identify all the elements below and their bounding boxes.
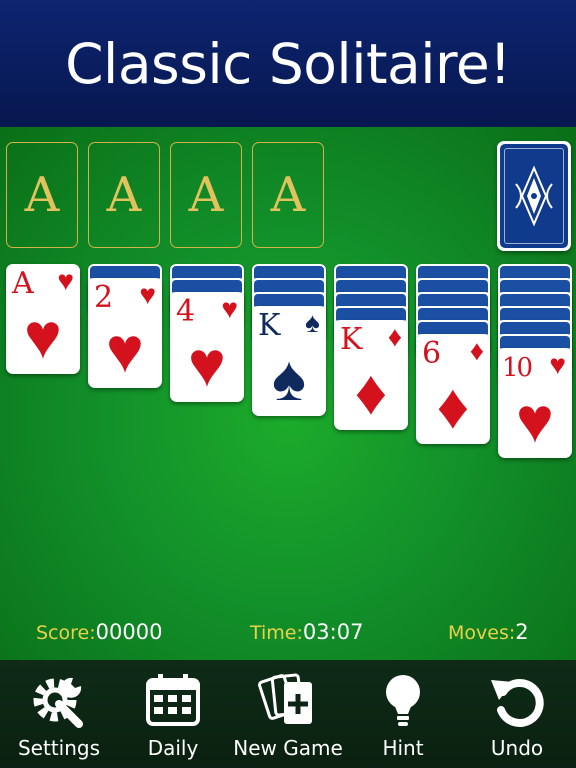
undo-label: Undo: [490, 736, 544, 760]
moves-value: 2: [515, 620, 529, 644]
card-back: [500, 144, 568, 248]
card-suit-icon: ♥: [549, 349, 566, 380]
foundation-label: A: [24, 167, 60, 223]
stock-pile[interactable]: [497, 141, 571, 251]
playing-card[interactable]: 10 ♥ ♥: [498, 348, 572, 458]
bottom-toolbar: Settings Daily New Game Hint Undo: [0, 660, 576, 768]
card-back-ornament-icon: [515, 165, 553, 227]
foundation-slot-3[interactable]: A: [170, 142, 242, 248]
score-label: Score:: [36, 622, 96, 644]
playing-card[interactable]: 4 ♥ ♥: [170, 292, 244, 402]
foundation-slot-2[interactable]: A: [88, 142, 160, 248]
card-suit-icon: ♥: [221, 293, 238, 324]
new-game-button[interactable]: New Game: [228, 660, 348, 768]
foundation-slot-1[interactable]: A: [6, 142, 78, 248]
moves-display: Moves:2: [448, 620, 529, 644]
card-suit-icon: ♠: [305, 307, 320, 338]
foundation-label: A: [188, 167, 224, 223]
playing-card[interactable]: A ♥ ♥: [6, 264, 80, 374]
card-rank: 10: [502, 353, 533, 383]
card-center-suit-icon: ♦: [354, 356, 388, 428]
card-center-suit-icon: ♦: [436, 370, 470, 442]
card-rank: 6: [422, 336, 442, 371]
page-title: Classic Solitaire!: [65, 31, 511, 96]
playing-card[interactable]: 2 ♥ ♥: [88, 278, 162, 388]
card-suit-icon: ♦: [387, 321, 402, 352]
time-display: Time:03:07: [250, 620, 363, 644]
daily-button[interactable]: Daily: [128, 660, 218, 768]
card-center-suit-icon: ♠: [272, 342, 306, 414]
card-center-suit-icon: ♥: [24, 300, 62, 372]
card-suit-icon: ♥: [57, 265, 74, 296]
game-table: A A A A A ♥ ♥ 2 ♥ ♥ 4 ♥ ♥ K ♠ ♠ K ♦ ♦ 6 ♦ ♦ 10 ♥ ♥: [0, 127, 576, 660]
calendar-icon: [146, 674, 200, 726]
foundation-label: A: [270, 167, 306, 223]
playing-card[interactable]: K ♠ ♠: [252, 306, 326, 416]
card-rank: K: [258, 308, 281, 343]
card-rank: A: [12, 266, 34, 301]
foundation-label: A: [106, 167, 142, 223]
score-display: Score:00000: [36, 620, 162, 644]
card-rank: K: [340, 322, 363, 357]
score-value: 00000: [95, 620, 163, 644]
settings-label: Settings: [17, 736, 101, 760]
playing-card[interactable]: K ♦ ♦: [334, 320, 408, 430]
new-game-label: New Game: [233, 736, 343, 760]
playing-card[interactable]: 6 ♦ ♦: [416, 334, 490, 444]
card-center-suit-icon: ♥: [188, 328, 226, 400]
daily-label: Daily: [147, 736, 199, 760]
time-value: 03:07: [302, 620, 364, 644]
title-banner: Classic Solitaire!: [0, 0, 576, 127]
gear-wrench-icon: [33, 677, 83, 728]
card-center-suit-icon: ♥: [516, 384, 554, 456]
card-center-suit-icon: ♥: [106, 314, 144, 386]
lightbulb-icon: [386, 675, 420, 726]
time-label: Time:: [250, 622, 303, 644]
undo-icon: [491, 679, 544, 727]
hint-button[interactable]: Hint: [358, 660, 448, 768]
undo-button[interactable]: Undo: [472, 660, 562, 768]
new-game-cards-icon: [258, 673, 312, 724]
card-rank: 4: [176, 294, 196, 329]
card-suit-icon: ♦: [469, 335, 484, 366]
moves-label: Moves:: [448, 622, 516, 644]
foundation-slot-4[interactable]: A: [252, 142, 324, 248]
card-rank: 2: [94, 280, 114, 315]
settings-button[interactable]: Settings: [14, 660, 104, 768]
card-suit-icon: ♥: [139, 279, 156, 310]
hint-label: Hint: [382, 736, 424, 760]
